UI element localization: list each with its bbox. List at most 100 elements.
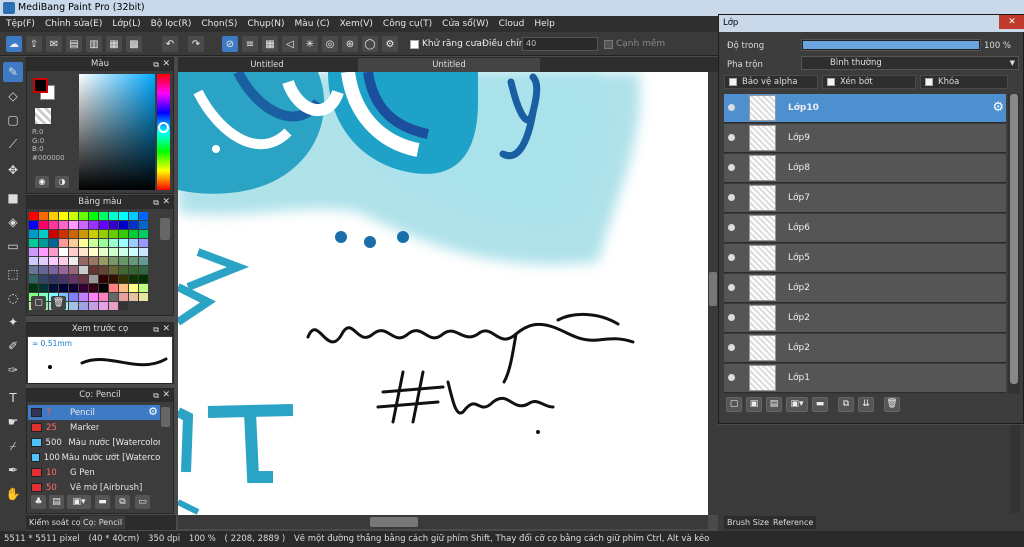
dot-tool-icon[interactable]: ▢ <box>3 110 23 130</box>
palette-swatch[interactable] <box>109 221 118 229</box>
palette-swatch[interactable] <box>79 275 88 283</box>
rectangle-tool-icon[interactable]: ■ <box>3 188 23 208</box>
page-icon[interactable]: ▤ <box>66 36 82 52</box>
palette-swatch[interactable] <box>129 293 138 301</box>
palette-swatch[interactable] <box>139 275 148 283</box>
layer-row[interactable]: Lớp2 <box>724 304 1006 333</box>
adjust-select[interactable]: 40 <box>522 37 598 51</box>
cloud-icon[interactable]: ☁ <box>6 36 22 52</box>
palette-swatch[interactable] <box>109 302 118 310</box>
palette-swatch[interactable] <box>119 212 128 220</box>
palette-swatch[interactable] <box>99 284 108 292</box>
palette-swatch[interactable] <box>69 230 78 238</box>
select-eraser-tool-icon[interactable]: ✑ <box>3 360 23 380</box>
clipping-checkbox[interactable] <box>827 78 835 86</box>
brush-tool-icon[interactable]: ✎ <box>3 62 23 82</box>
new-layer-icon[interactable]: ▢ <box>726 397 742 412</box>
palette-swatch[interactable] <box>99 212 108 220</box>
palette-swatch[interactable] <box>119 302 128 310</box>
palette-icon[interactable]: ◉ <box>35 176 49 188</box>
palette-swatch[interactable] <box>29 239 38 247</box>
palette-swatch[interactable] <box>129 275 138 283</box>
snap-off-icon[interactable]: ⊘ <box>222 36 238 52</box>
palette-swatch[interactable] <box>29 230 38 238</box>
layer-row[interactable]: Lớp1 <box>724 364 1006 393</box>
palette-swatch[interactable] <box>79 257 88 265</box>
parallel-snap-icon[interactable]: ≡ <box>242 36 258 52</box>
export-icon[interactable]: ⇪ <box>26 36 42 52</box>
palette-swatch[interactable] <box>99 293 108 301</box>
visibility-eye-icon[interactable] <box>728 224 735 231</box>
palette-swatch[interactable] <box>79 212 88 220</box>
layer-row[interactable]: Lớp2 <box>724 334 1006 363</box>
eraser-tool-icon[interactable]: ◇ <box>3 86 23 106</box>
palette-swatch[interactable] <box>139 257 148 265</box>
palette-swatch[interactable] <box>89 257 98 265</box>
palette-swatch[interactable] <box>139 248 148 256</box>
eyedropper-tool-icon[interactable]: ⌿ <box>3 436 23 456</box>
menu-color[interactable]: Màu (C) <box>295 19 330 29</box>
palette-swatch[interactable] <box>39 284 48 292</box>
palette-swatch[interactable] <box>119 248 128 256</box>
dropper-tool-icon[interactable]: ✒ <box>3 460 23 480</box>
close-icon[interactable]: ✕ <box>162 323 170 336</box>
antialias-checkbox[interactable] <box>410 40 419 49</box>
menu-file[interactable]: Tệp(F) <box>6 19 35 29</box>
visibility-eye-icon[interactable] <box>728 254 735 261</box>
palette-swatch[interactable] <box>109 284 118 292</box>
menu-select[interactable]: Chọn(S) <box>201 19 237 29</box>
palette-swatch[interactable] <box>99 257 108 265</box>
menu-layer[interactable]: Lớp(L) <box>112 19 140 29</box>
palette-swatch[interactable] <box>129 212 138 220</box>
brush-add-menu-icon[interactable]: ▣▾ <box>67 495 91 509</box>
visibility-eye-icon[interactable] <box>728 284 735 291</box>
palette-swatch[interactable] <box>39 230 48 238</box>
soft-edge-checkbox[interactable] <box>604 40 613 49</box>
palette-swatch[interactable] <box>99 221 108 229</box>
color-mode-icon[interactable]: ◑ <box>55 176 69 188</box>
palette-swatch[interactable] <box>89 212 98 220</box>
grid-icon[interactable]: ▩ <box>126 36 142 52</box>
palette-swatch[interactable] <box>39 266 48 274</box>
move-tool-icon[interactable]: ✥ <box>3 160 23 180</box>
popout-icon[interactable]: ⧉ <box>153 323 159 336</box>
palette-swatch[interactable] <box>99 275 108 283</box>
visibility-eye-icon[interactable] <box>728 104 735 111</box>
visibility-eye-icon[interactable] <box>728 374 735 381</box>
close-icon[interactable]: ✕ <box>999 15 1024 29</box>
palette-swatch[interactable] <box>29 284 38 292</box>
palette-swatch[interactable] <box>119 230 128 238</box>
menu-cloud[interactable]: Cloud <box>499 19 525 29</box>
palette-swatch[interactable] <box>49 221 58 229</box>
tab-brush-control[interactable]: Kiểm soát cọ <box>26 516 84 529</box>
palette-swatch[interactable] <box>79 248 88 256</box>
ellipse-snap-icon[interactable]: ◯ <box>362 36 378 52</box>
palette-swatch[interactable] <box>139 284 148 292</box>
comment-icon[interactable]: ✉ <box>46 36 62 52</box>
circle-snap-icon[interactable]: ◎ <box>322 36 338 52</box>
tab-document-2[interactable]: Untitled <box>358 58 540 72</box>
palette-swatch[interactable] <box>79 239 88 247</box>
tab-brush-pencil[interactable]: Cọ: Pencil <box>80 516 126 529</box>
layer-row[interactable]: Lớp8 <box>724 154 1006 183</box>
vanishing-snap-icon[interactable]: ◁ <box>282 36 298 52</box>
menu-window[interactable]: Cửa sổ(W) <box>442 19 488 29</box>
palette-swatch[interactable] <box>49 239 58 247</box>
palette-swatch[interactable] <box>79 266 88 274</box>
palette-swatch[interactable] <box>49 275 58 283</box>
menu-snap[interactable]: Chụp(N) <box>247 19 284 29</box>
palette-swatch[interactable] <box>99 302 108 310</box>
palette-swatch[interactable] <box>109 239 118 247</box>
palette-swatch[interactable] <box>109 212 118 220</box>
tab-document-1[interactable]: Untitled <box>178 58 356 72</box>
visibility-eye-icon[interactable] <box>728 314 735 321</box>
palette-swatch[interactable] <box>49 284 58 292</box>
palette-swatch[interactable] <box>119 275 128 283</box>
layer-row[interactable]: Lớp6 <box>724 214 1006 243</box>
palette-swatch[interactable] <box>69 221 78 229</box>
palette-swatch[interactable] <box>109 248 118 256</box>
palette-swatch[interactable] <box>39 275 48 283</box>
brush-item[interactable]: 500 Màu nước [Watercolor] <box>28 435 160 450</box>
palette-swatch[interactable] <box>109 275 118 283</box>
layer-row[interactable]: Lớp5 <box>724 244 1006 273</box>
